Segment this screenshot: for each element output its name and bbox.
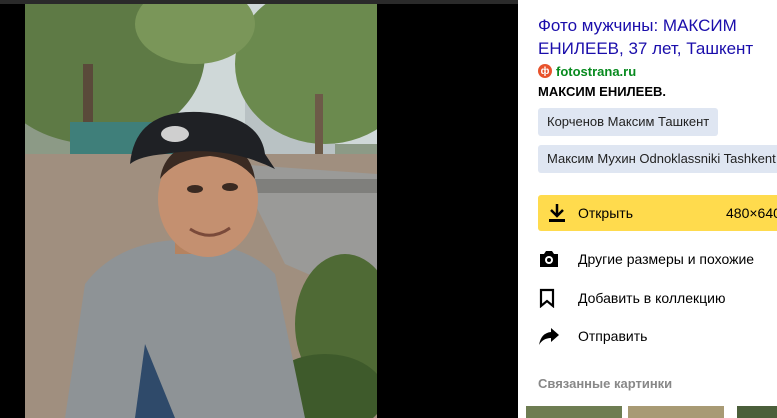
related-images-heading: Связанные картинки xyxy=(538,376,673,391)
fotostrana-logo-icon: ф xyxy=(538,64,552,78)
bookmark-icon xyxy=(538,288,578,308)
open-image-button[interactable]: Открыть 480×640 xyxy=(538,195,777,231)
tag-korchenov[interactable]: Корченов Максим Ташкент xyxy=(538,108,719,136)
share-label: Отправить xyxy=(578,328,648,344)
add-to-collection-button[interactable]: Добавить в коллекцию xyxy=(538,283,725,313)
photo-illustration xyxy=(25,4,377,418)
camera-search-icon xyxy=(538,249,578,269)
related-thumb[interactable] xyxy=(628,406,724,418)
related-thumb[interactable] xyxy=(737,406,777,418)
collection-label: Добавить в коллекцию xyxy=(578,290,726,306)
image-size-label[interactable]: 480×640 xyxy=(726,205,777,221)
result-side-panel: Фото мужчины: МАКСИМ ЕНИЛЕЕВ, 37 лет, Та… xyxy=(518,0,777,418)
download-icon xyxy=(548,203,566,228)
share-button[interactable]: Отправить xyxy=(538,321,647,351)
tag-mukhin[interactable]: Максим Мухин Odnoklassniki Tashkent xyxy=(538,145,777,173)
source-link[interactable]: ф fotostrana.ru xyxy=(538,62,636,80)
related-thumb[interactable] xyxy=(526,406,622,418)
similar-sizes-button[interactable]: Другие размеры и похожие xyxy=(538,244,754,274)
main-photo[interactable] xyxy=(25,4,377,418)
open-button-label: Открыть xyxy=(578,205,633,221)
result-description: МАКСИМ ЕНИЛЕЕВ. xyxy=(538,84,667,99)
similar-label: Другие размеры и похожие xyxy=(578,251,755,267)
share-arrow-icon xyxy=(538,326,578,346)
result-title-link[interactable]: Фото мужчины: МАКСИМ ЕНИЛЕЕВ, 37 лет, Та… xyxy=(538,14,773,60)
source-domain: fotostrana.ru xyxy=(556,63,637,79)
